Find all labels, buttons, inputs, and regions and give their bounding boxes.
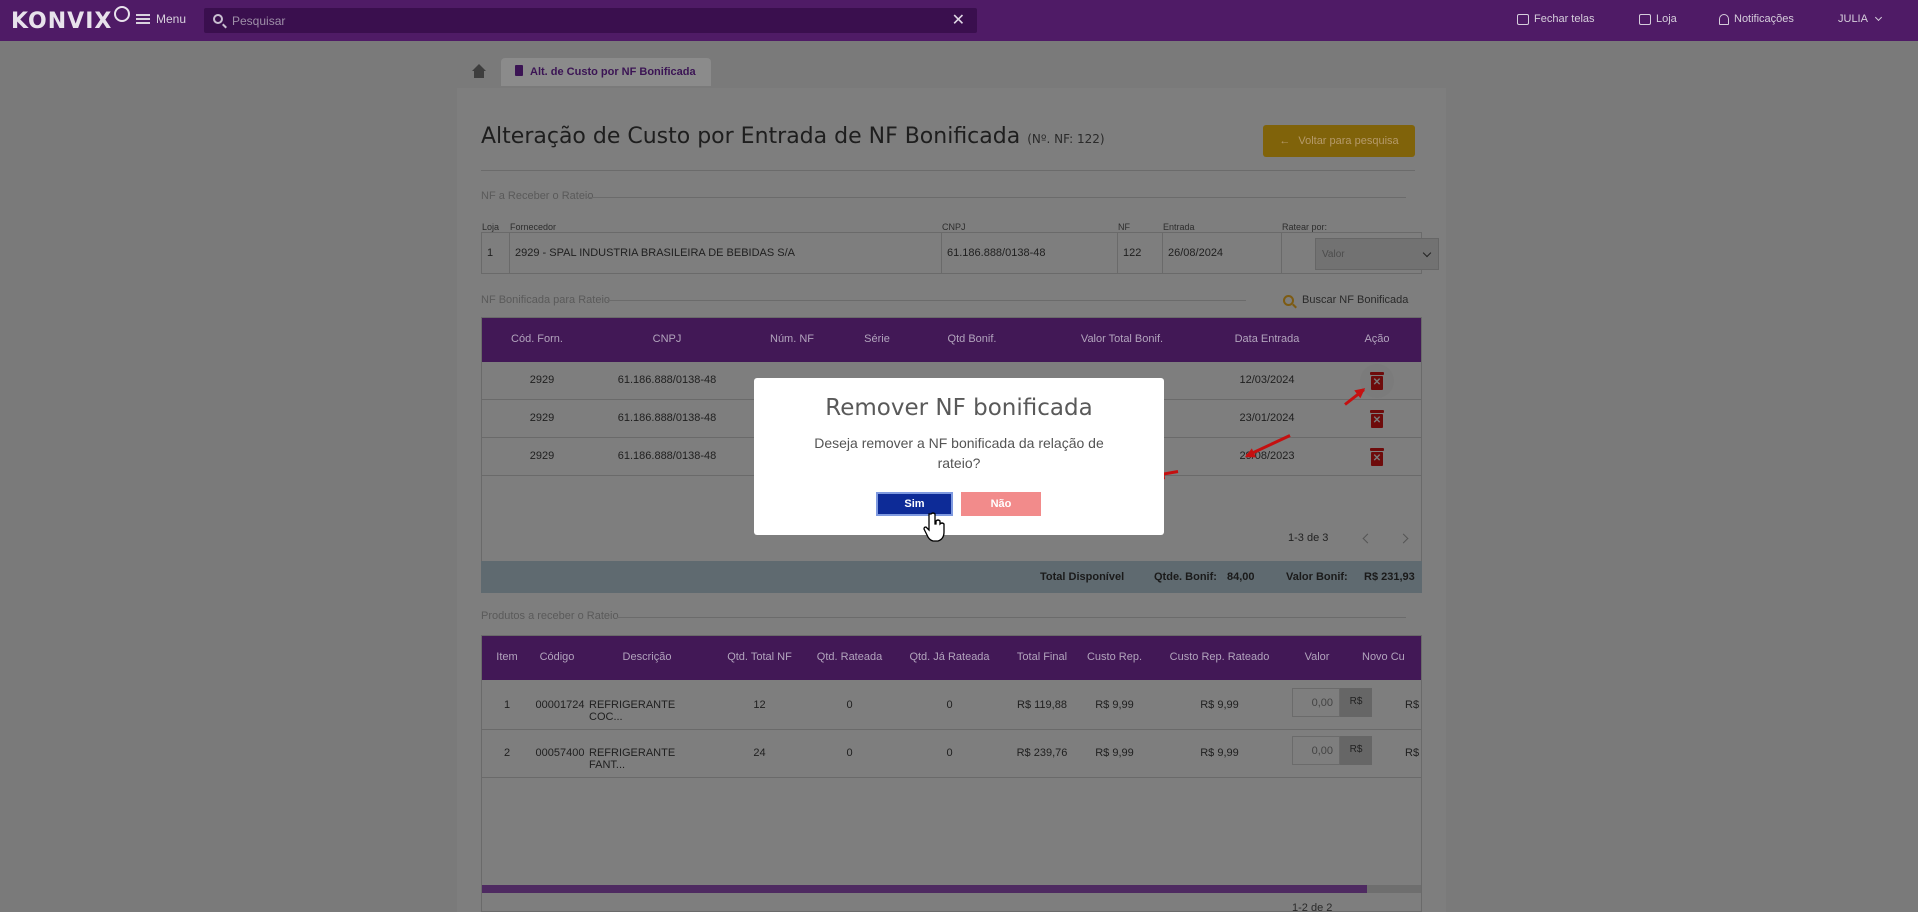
tab-alt-custo[interactable]: Alt. de Custo por NF Bonificada: [501, 58, 711, 86]
fechar-telas-button[interactable]: Fechar telas: [1517, 13, 1595, 25]
pager-text: 1-2 de 2: [1292, 902, 1333, 912]
notificacoes-button[interactable]: Notificações: [1719, 13, 1794, 25]
pager-text: 1-3 de 3: [1288, 532, 1329, 544]
nf-number: (Nº. NF: 122): [1027, 132, 1105, 146]
table-row[interactable]: 2 00057400 REFRIGERANTE FANT... 24 0 0 R…: [482, 730, 1421, 778]
menu-icon: [136, 14, 150, 24]
totals-bar: Total Disponível Qtde. Bonif: 84,00 Valo…: [481, 561, 1422, 593]
loja-label: Loja: [482, 222, 500, 232]
close-icon[interactable]: ✕: [952, 10, 965, 30]
nf-info-row: 1 2929 - SPAL INDUSTRIA BRASILEIRA DE BE…: [481, 232, 1439, 274]
close-windows-icon: [1517, 13, 1529, 25]
currency-addon: R$: [1340, 688, 1372, 717]
konvix-logo[interactable]: KONVIX: [11, 6, 131, 34]
nf-value: 122: [1118, 233, 1163, 273]
valor-input[interactable]: 0,00: [1292, 688, 1340, 717]
store-icon: [1639, 13, 1651, 25]
produtos-table: Item Código Descrição Qtd. Total NF Qtd.…: [481, 635, 1422, 912]
page-title: Alteração de Custo por Entrada de NF Bon…: [481, 124, 1105, 149]
entrada-label: Entrada: [1163, 222, 1195, 232]
loja-button[interactable]: Loja: [1639, 13, 1677, 25]
table-header: Item Código Descrição Qtd. Total NF Qtd.…: [482, 636, 1421, 680]
fornecedor-value: 2929 - SPAL INDUSTRIA BRASILEIRA DE BEBI…: [510, 233, 942, 273]
qtde-bonif-value: 84,00: [1227, 571, 1255, 583]
horizontal-scrollbar[interactable]: [482, 885, 1421, 893]
delete-icon[interactable]: ✕: [1370, 372, 1384, 390]
dialog-title: Remover NF bonificada: [825, 395, 1093, 421]
table-header: Cód. Forn. CNPJ Núm. NF Série Qtd Bonif.…: [482, 318, 1421, 362]
ratear-por-select[interactable]: Valor: [1315, 238, 1439, 270]
menu-button[interactable]: Menu: [136, 12, 186, 26]
hand-cursor-icon: [923, 512, 945, 542]
scroll-thumb[interactable]: [482, 885, 1367, 893]
user-menu[interactable]: JULIA: [1838, 13, 1883, 25]
produtos-section-label: Produtos a receber o Rateio: [481, 610, 619, 622]
valor-bonif-value: R$ 231,93: [1364, 571, 1415, 583]
ratear-label: Ratear por:: [1282, 222, 1328, 232]
delete-icon[interactable]: ✕: [1370, 410, 1384, 428]
loja-value: 1: [482, 233, 510, 273]
chevron-down-icon: [1874, 13, 1883, 21]
currency-addon: R$: [1340, 736, 1372, 765]
search-icon: [213, 14, 223, 24]
arrow-left-icon: ←: [1279, 135, 1291, 147]
entrada-value: 26/08/2024: [1163, 233, 1282, 273]
nao-button[interactable]: Não: [961, 492, 1041, 516]
home-icon: [471, 64, 487, 78]
chevron-right-icon[interactable]: [1398, 533, 1409, 544]
table-row[interactable]: 1 00001724 REFRIGERANTE COC... 12 0 0 R$…: [482, 682, 1421, 730]
cnpj-label: CNPJ: [942, 222, 966, 232]
dialog-message: Deseja remover a NF bonificada da relaçã…: [814, 435, 1104, 471]
delete-icon[interactable]: ✕: [1370, 448, 1384, 466]
voltar-button[interactable]: ← Voltar para pesquisa: [1263, 125, 1415, 157]
cnpj-value: 61.186.888/0138-48: [942, 233, 1118, 273]
top-bar: KONVIX Menu ✕ Fechar telas Loja Notifica…: [0, 0, 1918, 41]
page-scrollbar[interactable]: [1904, 41, 1918, 912]
valor-input[interactable]: 0,00: [1292, 736, 1340, 765]
bonif-section-label: NF Bonificada para Rateio: [481, 294, 611, 306]
search-input[interactable]: [232, 11, 912, 30]
bell-icon: [1719, 13, 1729, 25]
chevron-left-icon[interactable]: [1362, 533, 1373, 544]
search-bar: ✕: [204, 8, 977, 33]
menu-label: Menu: [156, 12, 187, 26]
confirm-dialog: Remover NF bonificada Deseja remover a N…: [754, 378, 1164, 535]
document-icon: [515, 65, 523, 76]
nf-section-label: NF a Receber o Rateio: [481, 190, 594, 202]
chevron-down-icon: [1422, 248, 1432, 258]
nf-label: NF: [1118, 222, 1130, 232]
buscar-nf-button[interactable]: Buscar NF Bonificada: [1283, 294, 1408, 306]
home-tab[interactable]: [457, 58, 501, 86]
fornecedor-label: Fornecedor: [510, 222, 557, 232]
search-icon: [1283, 294, 1294, 306]
